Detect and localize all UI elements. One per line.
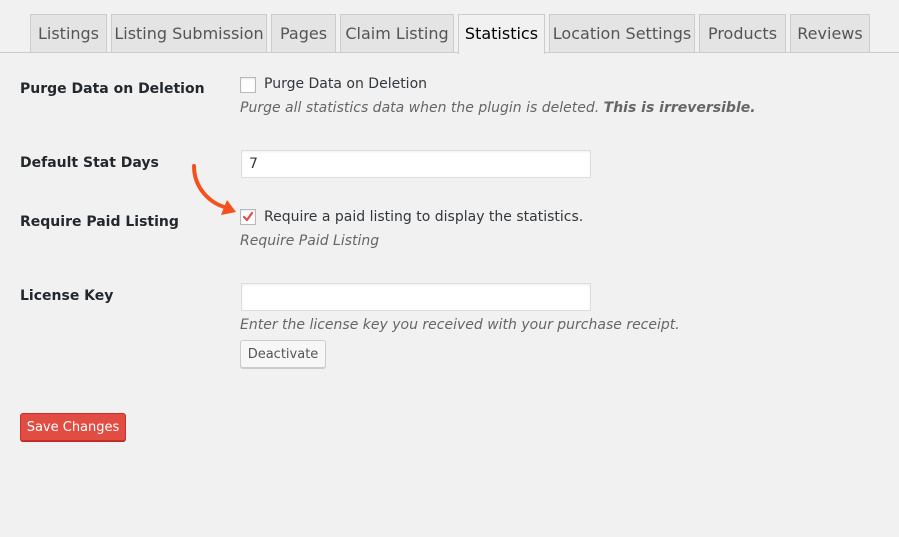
tab-listing-submission[interactable]: Listing Submission [111, 14, 267, 52]
require-paid-listing-checkbox-label[interactable]: Require a paid listing to display the st… [264, 209, 583, 225]
default-stat-days-input[interactable] [241, 150, 591, 178]
require-paid-listing-checkbox[interactable] [240, 209, 256, 225]
license-key-description: Enter the license key you received with … [240, 317, 680, 333]
tab-statistics[interactable]: Statistics [458, 14, 545, 54]
save-changes-button[interactable]: Save Changes [20, 413, 126, 441]
tab-products[interactable]: Products [699, 14, 786, 52]
tab-reviews[interactable]: Reviews [790, 14, 870, 52]
purge-data-checkbox-label[interactable]: Purge Data on Deletion [264, 76, 427, 92]
require-paid-listing-description: Require Paid Listing [240, 233, 380, 249]
purge-description-warning: This is irreversible. [603, 100, 756, 116]
default-stat-days-label: Default Stat Days [20, 155, 159, 171]
license-key-label: License Key [20, 288, 114, 304]
tab-listings[interactable]: Listings [30, 14, 107, 52]
settings-tabs: Listings Listing Submission Pages Claim … [0, 0, 899, 54]
tab-location-settings[interactable]: Location Settings [549, 14, 695, 52]
purge-description-text: Purge all statistics data when the plugi… [240, 100, 600, 116]
tab-claim-listing[interactable]: Claim Listing [340, 14, 454, 52]
purge-data-label: Purge Data on Deletion [20, 81, 205, 97]
purge-data-description: Purge all statistics data when the plugi… [240, 100, 756, 116]
purge-data-checkbox[interactable] [240, 77, 256, 93]
require-paid-listing-label: Require Paid Listing [20, 214, 179, 230]
deactivate-button[interactable]: Deactivate [240, 340, 326, 368]
curved-arrow-icon [192, 164, 236, 215]
license-key-input[interactable] [241, 283, 591, 311]
tab-pages[interactable]: Pages [271, 14, 336, 52]
checkmark-icon [242, 211, 254, 222]
